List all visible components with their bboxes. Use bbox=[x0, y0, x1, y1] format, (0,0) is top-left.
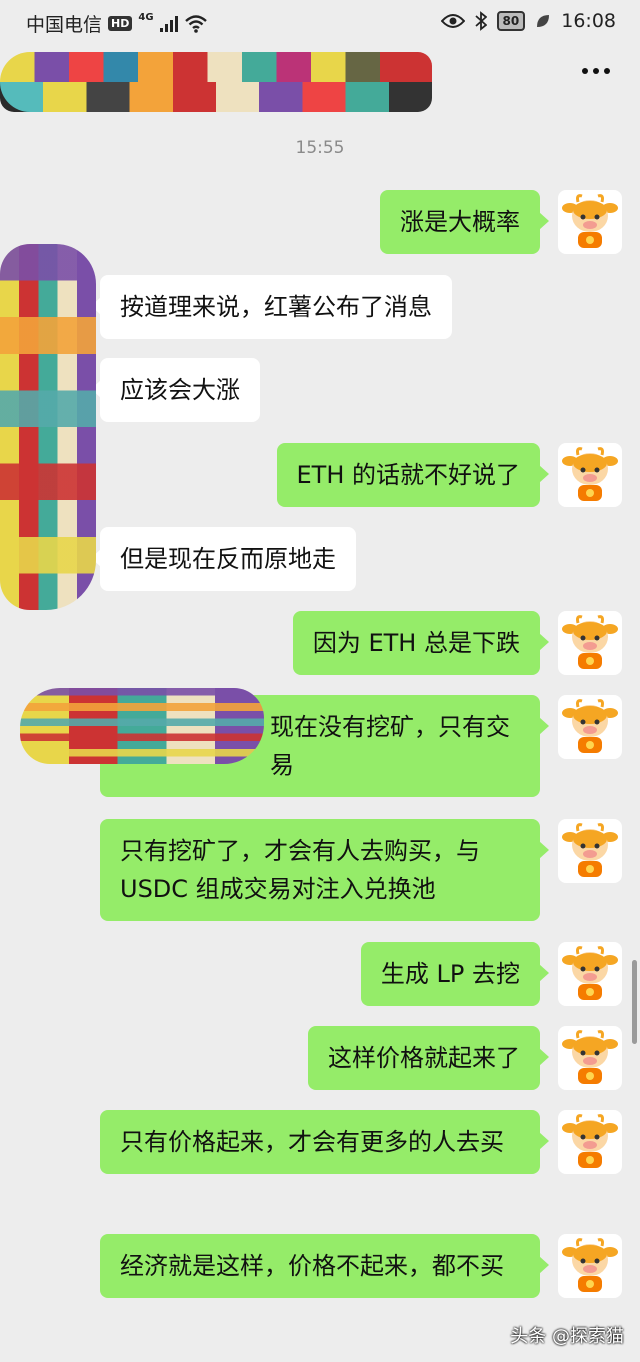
cartoon-cow-avatar[interactable] bbox=[558, 819, 622, 883]
message-bubble-received[interactable]: 应该会大涨 bbox=[91, 358, 260, 422]
message-bubble-received[interactable]: 但是现在反而原地走 bbox=[91, 527, 356, 591]
inline-text-redacted bbox=[20, 688, 264, 764]
wifi-icon bbox=[184, 14, 207, 33]
contact-name-redacted bbox=[0, 52, 432, 112]
message-bubble-sent[interactable]: 因为 ETH 总是下跌 bbox=[292, 611, 550, 675]
status-time: 16:08 bbox=[561, 10, 616, 32]
message-bubble-sent[interactable]: ETH 的话就不好说了 bbox=[276, 443, 549, 507]
message-bubble-sent[interactable]: 只有挖矿了，才会有人去购买，与USDC 组成交易对注入兑换池 bbox=[100, 819, 549, 921]
cartoon-cow-avatar[interactable] bbox=[558, 1110, 622, 1174]
message-bubble-sent[interactable]: 涨是大概率 bbox=[380, 190, 549, 254]
leaf-icon bbox=[537, 15, 550, 27]
sender-avatar-redacted bbox=[0, 244, 96, 610]
more-dots-icon[interactable] bbox=[582, 68, 610, 74]
cartoon-cow-avatar[interactable] bbox=[558, 942, 622, 1006]
cartoon-cow-avatar[interactable] bbox=[558, 611, 622, 675]
cartoon-cow-avatar[interactable] bbox=[558, 1234, 622, 1298]
message-bubble-sent[interactable]: 只有价格起来，才会有更多的人去买 bbox=[100, 1110, 549, 1174]
hd-badge: HD bbox=[108, 16, 133, 31]
bluetooth-icon bbox=[474, 11, 487, 31]
carrier-label: 中国电信 bbox=[26, 14, 103, 36]
signal-icon bbox=[159, 15, 178, 32]
cartoon-cow-avatar[interactable] bbox=[558, 190, 622, 254]
message-bubble-sent[interactable]: 这样价格就起来了 bbox=[308, 1026, 549, 1090]
message-bubble-sent[interactable]: 经济就是这样，价格不起来，都不买 bbox=[100, 1234, 549, 1298]
scrollbar-thumb[interactable] bbox=[632, 960, 637, 1044]
watermark: 头条 @探索猫 bbox=[510, 1326, 624, 1347]
cartoon-cow-avatar[interactable] bbox=[558, 695, 622, 759]
message-timestamp: 15:55 bbox=[295, 138, 345, 158]
message-bubble-sent[interactable]: 生成 LP 去挖 bbox=[360, 942, 550, 1006]
eye-icon bbox=[440, 14, 465, 28]
cartoon-cow-avatar[interactable] bbox=[558, 1026, 622, 1090]
message-bubble-received[interactable]: 按道理来说，红薯公布了消息 bbox=[91, 275, 452, 339]
cartoon-cow-avatar[interactable] bbox=[558, 443, 622, 507]
status-bar: 中国电信 HD 4G 80 16:08 bbox=[0, 0, 640, 44]
network-type: 4G bbox=[138, 12, 154, 23]
battery-indicator: 80 bbox=[496, 11, 526, 31]
